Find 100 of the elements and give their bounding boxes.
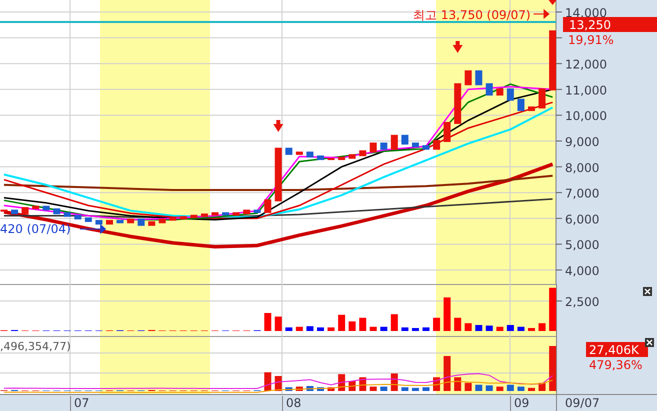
volume-bar [328,327,335,331]
down-arrow-icon [548,0,557,5]
candle [222,212,230,216]
change-percent: 19,91% [568,33,614,47]
volume-bar [444,297,451,331]
indicator-bar [116,390,124,391]
indicator-bar [328,387,335,391]
axis-label: 2,500 [565,295,600,309]
candle [53,208,60,214]
volume-bar [433,318,440,331]
candle [338,156,346,160]
date-axis-label: 08 [282,396,302,411]
indicator-bar [317,387,324,391]
candle [232,212,240,216]
indicator-bar [84,390,92,391]
indicator-bar [444,356,451,391]
current-date: 09/07 [564,395,600,411]
candle [148,221,156,226]
candle [412,142,419,148]
indicator-ratio: 479,36% [589,358,642,372]
indicator-bar [95,390,102,391]
candle [390,134,398,150]
candle [106,220,113,225]
volume-bar [486,326,493,331]
candle [454,83,462,124]
candle [306,152,314,158]
indicator-bar [422,387,430,391]
indicator-bar [106,390,113,391]
volume-bar [549,288,556,331]
candle [138,218,145,226]
candle [22,207,29,214]
close-icon[interactable] [643,287,652,296]
volume-bar [296,326,303,331]
indicator-bar [32,390,40,391]
candle [274,148,282,202]
candle [169,217,176,221]
indicator-bar [296,386,303,391]
indicator-bar [190,390,198,391]
volume-bar [380,326,388,331]
candle [401,134,408,145]
candle [359,150,366,156]
candle [348,154,356,159]
volume-bar [390,314,398,331]
indicator-bar [169,390,176,391]
indicator-bar [200,390,208,391]
indicator-bar [74,390,82,391]
candle [317,155,324,160]
volume-bar [348,321,356,331]
axis-label: 10,000 [565,109,607,124]
axis-label: 9,000 [565,135,600,149]
candle [296,152,303,155]
indicator-bar [212,390,218,391]
candle [444,122,451,142]
indicator-bar [180,390,187,391]
axis-label: 11,000 [565,83,607,98]
candle [528,106,535,112]
indicator-value-badge: 27,406K [586,342,648,357]
indicator-bar [11,390,18,391]
candle [11,210,18,214]
candle [180,216,187,220]
candle [254,210,261,213]
date-axis-label: 09 [510,396,530,411]
high-price-label: 최고 13,750 (09/07) [413,8,531,22]
indicator-bar [0,390,8,391]
volume-bar [496,326,504,331]
volume-bar [412,328,419,331]
volume-bar [264,313,272,331]
volume-bar [517,326,524,331]
close-icon[interactable] [645,338,654,347]
candle [264,199,272,213]
low-price-label: 420 (07/04) [0,222,71,236]
candle [464,70,472,86]
candle [538,88,546,108]
date-axis-label: 07 [70,396,90,411]
candle [116,220,124,224]
candle [158,218,166,224]
candle [328,158,335,160]
indicator-bar [138,390,145,391]
candle [549,30,556,90]
candle [380,142,388,150]
indicator-bar [528,388,535,391]
volume-bar [401,327,408,331]
indicator-bar [285,387,292,391]
indicator-legend: ,496,354,77) [0,340,71,353]
indicator-bar [549,346,556,391]
axis-label: 14,000 [565,6,607,20]
right-arrow-icon [533,9,550,19]
candle [127,218,134,224]
indicator-bar [306,386,314,391]
volume-bar [528,328,535,331]
right-arrow-icon [80,224,106,234]
candle [84,217,92,222]
indicator-bar [158,390,166,391]
volume-bar [317,327,324,331]
volume-bar [359,318,366,331]
volume-bar [422,327,430,331]
axis-label: 7,000 [565,186,600,201]
candle [42,206,50,210]
volume-bar [454,318,462,331]
indicator-bar [264,372,272,391]
